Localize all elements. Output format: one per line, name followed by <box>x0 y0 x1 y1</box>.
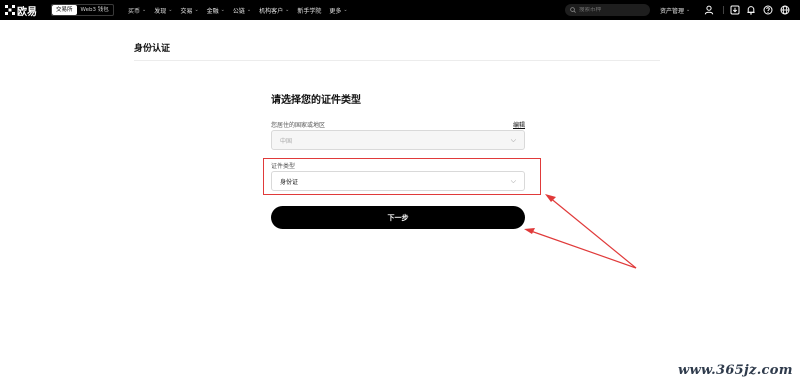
country-label: 您居住的国家或地区 <box>271 122 326 129</box>
edit-country-link[interactable]: 编辑 <box>513 120 525 129</box>
tab-web3-wallet[interactable]: Web3 钱包 <box>77 5 113 15</box>
nav-label: 发现 <box>154 7 167 15</box>
nav-item-institutional[interactable]: 机构客户 ⌄ <box>259 6 289 15</box>
search-box[interactable] <box>565 4 650 16</box>
nav-label: 公链 <box>232 7 245 15</box>
country-select: 中国 ⌵ <box>271 130 525 150</box>
divider <box>723 6 724 14</box>
okx-logo-icon <box>5 5 15 15</box>
help-icon[interactable] <box>762 4 774 16</box>
nav-label: 机构客户 <box>259 7 284 15</box>
top-nav-bar: 欧易 交易所 Web3 钱包 买币 ⌄ 发现 ⌄ 交易 ⌄ 金融 ⌄ 公链 ⌄ 机构客户 ⌄… <box>0 0 800 20</box>
annotation-arrow <box>527 229 637 269</box>
nav-label: 新手学院 <box>297 7 322 15</box>
nav-item-chain[interactable]: 公链 ⌄ <box>233 6 251 15</box>
search-icon <box>570 7 576 13</box>
mode-switch: 交易所 Web3 钱包 <box>51 4 114 16</box>
form-title: 请选择您的证件类型 <box>271 95 361 106</box>
annotation-arrow <box>548 196 637 269</box>
chevron-down-icon: ⌄ <box>220 7 225 13</box>
arrow-head <box>524 228 535 234</box>
nav-item-academy[interactable]: 新手学院 <box>297 6 321 15</box>
tab-exchange[interactable]: 交易所 <box>52 5 77 15</box>
nav-item-discover[interactable]: 发现 ⌄ <box>154 6 172 15</box>
next-button[interactable]: 下一步 <box>271 206 525 229</box>
chevron-down-icon: ⌄ <box>285 7 290 13</box>
bell-icon[interactable] <box>745 4 757 16</box>
chevron-down-icon: ⌄ <box>194 7 199 13</box>
nav-item-more[interactable]: 更多 ⌄ <box>329 6 347 15</box>
nav-item-buy[interactable]: 买币 ⌄ <box>128 6 146 15</box>
chevron-down-icon: ⌄ <box>142 7 147 13</box>
user-icon[interactable] <box>703 4 715 16</box>
main-nav: 买币 ⌄ 发现 ⌄ 交易 ⌄ 金融 ⌄ 公链 ⌄ 机构客户 ⌄ 新手学院 更多 ⌄ <box>128 0 356 20</box>
search-input[interactable] <box>579 7 649 13</box>
chevron-down-icon: ⌄ <box>343 7 348 13</box>
arrow-head <box>545 194 556 202</box>
brand-name: 欧易 <box>17 6 37 18</box>
brand-logo[interactable]: 欧易 <box>5 3 37 18</box>
nav-label: 交易 <box>180 7 193 15</box>
nav-item-finance[interactable]: 金融 ⌄ <box>207 6 225 15</box>
page-title: 身份认证 <box>134 44 171 54</box>
asset-management-menu[interactable]: 资产管理 ⌄ <box>660 0 690 20</box>
watermark: www.365jz.com <box>678 363 793 378</box>
asset-menu-label: 资产管理 <box>660 7 685 15</box>
chevron-down-icon: ⌄ <box>686 7 691 13</box>
download-icon[interactable] <box>729 4 741 16</box>
chevron-down-icon: ⌄ <box>246 7 252 13</box>
globe-icon[interactable] <box>779 4 791 16</box>
chevron-down-icon: ⌄ <box>168 7 173 13</box>
nav-label: 买币 <box>128 7 141 15</box>
nav-label: 金融 <box>206 7 219 15</box>
header-divider <box>134 60 660 61</box>
annotation-highlight-box <box>263 158 541 195</box>
nav-item-trade[interactable]: 交易 ⌄ <box>180 6 198 15</box>
country-value: 中国 <box>280 137 293 145</box>
nav-label: 更多 <box>329 7 342 15</box>
chevron-down-icon: ⌵ <box>510 135 516 144</box>
